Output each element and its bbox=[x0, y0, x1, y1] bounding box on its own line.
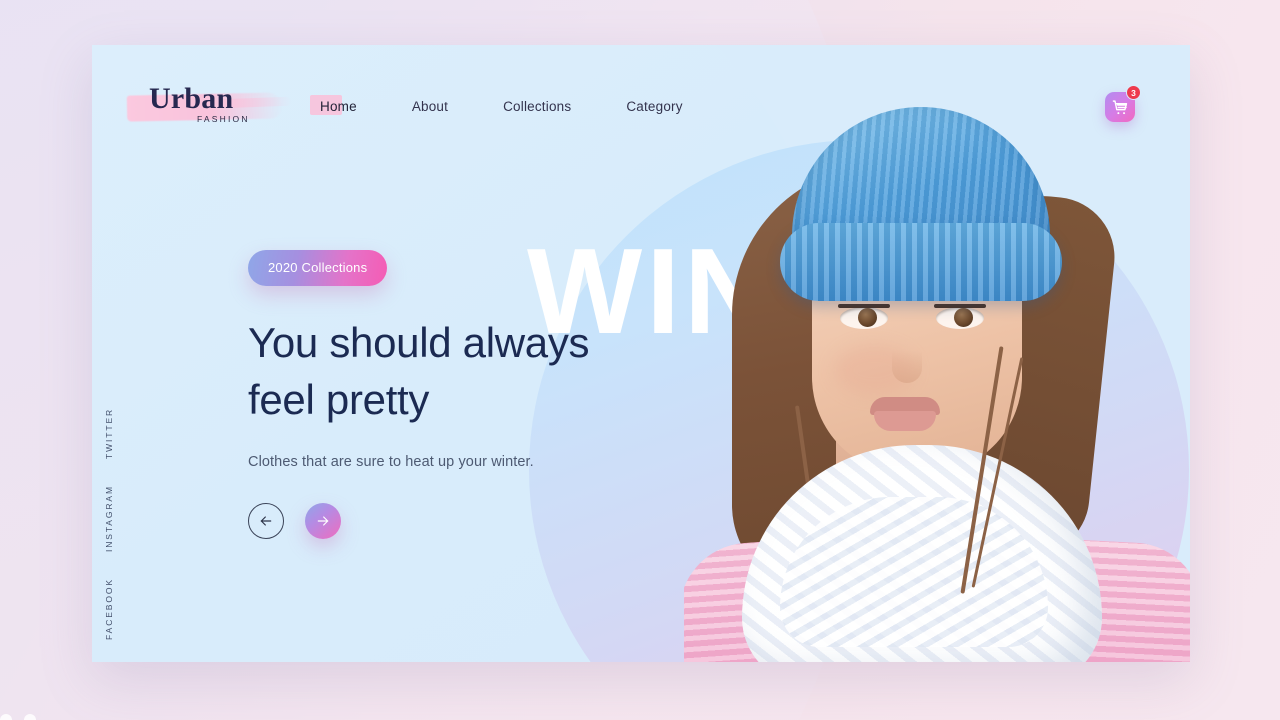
site-header: Urban FASHION Home About Collections Cat… bbox=[92, 45, 1190, 165]
collections-pill-button[interactable]: 2020 Collections bbox=[248, 250, 388, 286]
social-link-twitter[interactable]: TWITTER bbox=[104, 408, 114, 459]
headline-line-2: feel pretty bbox=[248, 376, 430, 424]
dot-1 bbox=[0, 714, 12, 720]
slider-next-button[interactable] bbox=[305, 503, 341, 540]
page-corner-dots bbox=[0, 714, 36, 720]
nav-item-category-label: Category bbox=[626, 99, 683, 114]
page-title: You should always feel pretty bbox=[248, 314, 678, 428]
social-links: FACEBOOK INSTAGRAM TWITTER bbox=[104, 408, 136, 640]
social-link-facebook[interactable]: FACEBOOK bbox=[104, 578, 114, 640]
arrow-right-icon bbox=[317, 516, 329, 526]
nav-item-about-label: About bbox=[411, 99, 449, 114]
dot-2 bbox=[24, 714, 36, 720]
cart-count-badge: 3 bbox=[1126, 85, 1141, 100]
social-link-instagram[interactable]: INSTAGRAM bbox=[104, 485, 114, 552]
nav-item-home-label: Home bbox=[320, 99, 357, 114]
nav-item-category[interactable]: Category bbox=[626, 93, 682, 120]
nav-item-collections-label: Collections bbox=[503, 99, 572, 114]
cart-button[interactable]: 3 bbox=[1105, 85, 1141, 122]
shopping-cart-icon bbox=[1112, 99, 1127, 114]
nav-item-home[interactable]: Home bbox=[310, 93, 357, 120]
hero-subtitle: Clothes that are sure to heat up your wi… bbox=[248, 454, 534, 471]
nav-item-collections[interactable]: Collections bbox=[503, 93, 571, 120]
brand-name: Urban bbox=[149, 82, 234, 115]
slider-controls bbox=[248, 503, 678, 540]
brand-logo[interactable]: Urban FASHION bbox=[126, 82, 307, 142]
hero-content: 2020 Collections You should always feel … bbox=[248, 250, 678, 540]
hero-card: Urban FASHION Home About Collections Cat… bbox=[92, 45, 1190, 662]
main-navigation: Home About Collections Category bbox=[310, 93, 683, 120]
headline-line-1: You should always bbox=[248, 319, 590, 366]
nav-item-about[interactable]: About bbox=[412, 93, 448, 120]
brand-tagline: FASHION bbox=[197, 114, 250, 124]
slider-prev-button[interactable] bbox=[248, 503, 284, 540]
arrow-left-icon bbox=[260, 516, 272, 526]
